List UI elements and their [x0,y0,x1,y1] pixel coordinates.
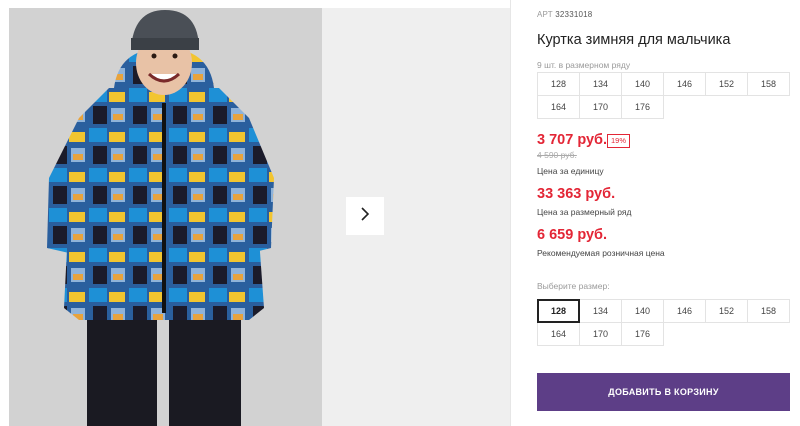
article-value: 32331018 [555,10,593,19]
size-row-note: 9 шт. в размерном ряду [537,60,631,70]
product-title: Куртка зимняя для мальчика [537,32,731,48]
add-to-cart-button[interactable]: ДОБАВИТЬ В КОРЗИНУ [537,373,790,411]
size-option[interactable]: 176 [621,322,664,346]
size-row-cell: 152 [705,72,748,96]
size-row-cell: 170 [579,95,622,119]
size-select-label: Выберите размер: [537,281,610,291]
size-option-selected[interactable]: 128 [537,299,580,323]
size-row-cell: 158 [747,72,790,96]
article-label: АРТ [537,10,553,19]
size-select-grid: 128 134 140 146 152 158 164 170 176 [537,299,790,346]
row-price-caption: Цена за размерный ряд [537,207,632,217]
size-option[interactable]: 158 [747,299,790,323]
size-row-cell: 164 [537,95,580,119]
product-gallery [0,0,510,426]
chevron-right-icon [358,206,372,227]
size-row-cell: 146 [663,72,706,96]
gallery-next-button[interactable] [346,197,384,235]
size-option[interactable]: 152 [705,299,748,323]
product-photo-illustration [9,8,322,426]
unit-price: 3 707 руб. [537,132,608,148]
row-price: 33 363 руб. [537,186,616,202]
size-option[interactable]: 134 [579,299,622,323]
size-option[interactable]: 146 [663,299,706,323]
size-option[interactable]: 140 [621,299,664,323]
discount-badge: 19% [607,134,631,148]
size-option[interactable]: 170 [579,322,622,346]
product-photo [9,8,322,426]
size-row-cell: 176 [621,95,664,119]
size-row-grid: 128 134 140 146 152 158 164 170 176 [537,72,790,119]
size-option[interactable]: 164 [537,322,580,346]
size-row-cell: 140 [621,72,664,96]
article-number: АРТ 32331018 [537,10,592,19]
retail-price: 6 659 руб. [537,227,608,243]
column-divider [510,0,511,426]
size-row-cell: 128 [537,72,580,96]
size-row-cell: 134 [579,72,622,96]
old-price: 4 590 руб. [537,150,577,160]
unit-price-caption: Цена за единицу [537,166,604,176]
retail-price-caption: Рекомендуемая розничная цена [537,248,665,258]
